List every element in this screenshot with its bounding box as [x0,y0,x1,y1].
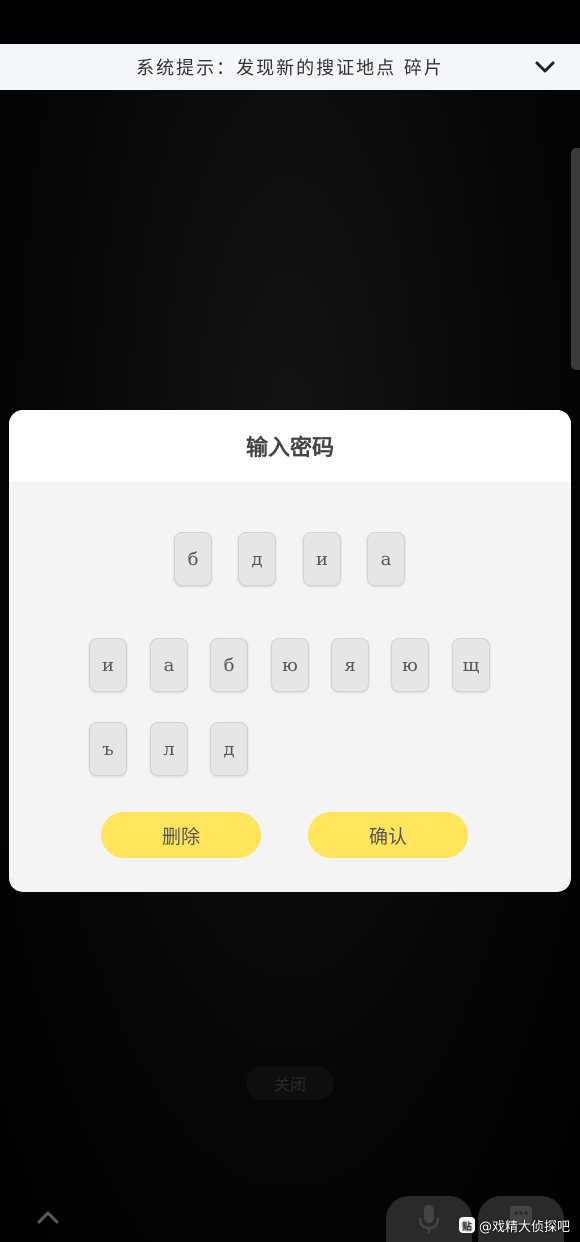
delete-button[interactable]: 删除 [101,812,261,858]
close-button[interactable]: 关闭 [246,1066,334,1100]
dialog-title: 输入密码 [245,436,334,461]
letter-key[interactable]: ю [391,638,429,692]
password-slot[interactable]: а [367,532,405,586]
source-watermark: 贴 @戏精大侦探吧 [458,1214,570,1236]
password-slot[interactable]: и [303,532,341,586]
microphone-icon [418,1205,440,1233]
confirm-button[interactable]: 确认 [308,812,468,858]
letter-key[interactable]: б [210,638,248,692]
password-dialog: 输入密码 б д и а и а б ю я ю щ ъ л д 删除 确认 [9,410,571,892]
letter-key[interactable]: а [150,638,188,692]
side-drawer-handle[interactable] [571,148,580,370]
letter-key[interactable]: л [150,722,188,776]
chevron-up-icon[interactable] [36,1206,60,1230]
password-slot[interactable]: д [238,532,276,586]
letter-key[interactable]: д [210,722,248,776]
letter-key[interactable]: я [331,638,369,692]
letter-key[interactable]: ъ [89,722,127,776]
chevron-down-icon[interactable] [534,56,556,78]
dialog-header: 输入密码 [9,410,571,482]
letter-key[interactable]: щ [452,638,490,692]
password-slot[interactable]: б [174,532,212,586]
letter-key[interactable]: и [89,638,127,692]
letter-key[interactable]: ю [271,638,309,692]
system-notice-text: 系统提示：发现新的搜证地点 碎片 [136,58,444,79]
system-notice-bar: 系统提示：发现新的搜证地点 碎片 [0,44,580,90]
watermark-text: @戏精大侦探吧 [478,1219,570,1235]
tieba-logo-icon: 贴 [458,1217,475,1233]
